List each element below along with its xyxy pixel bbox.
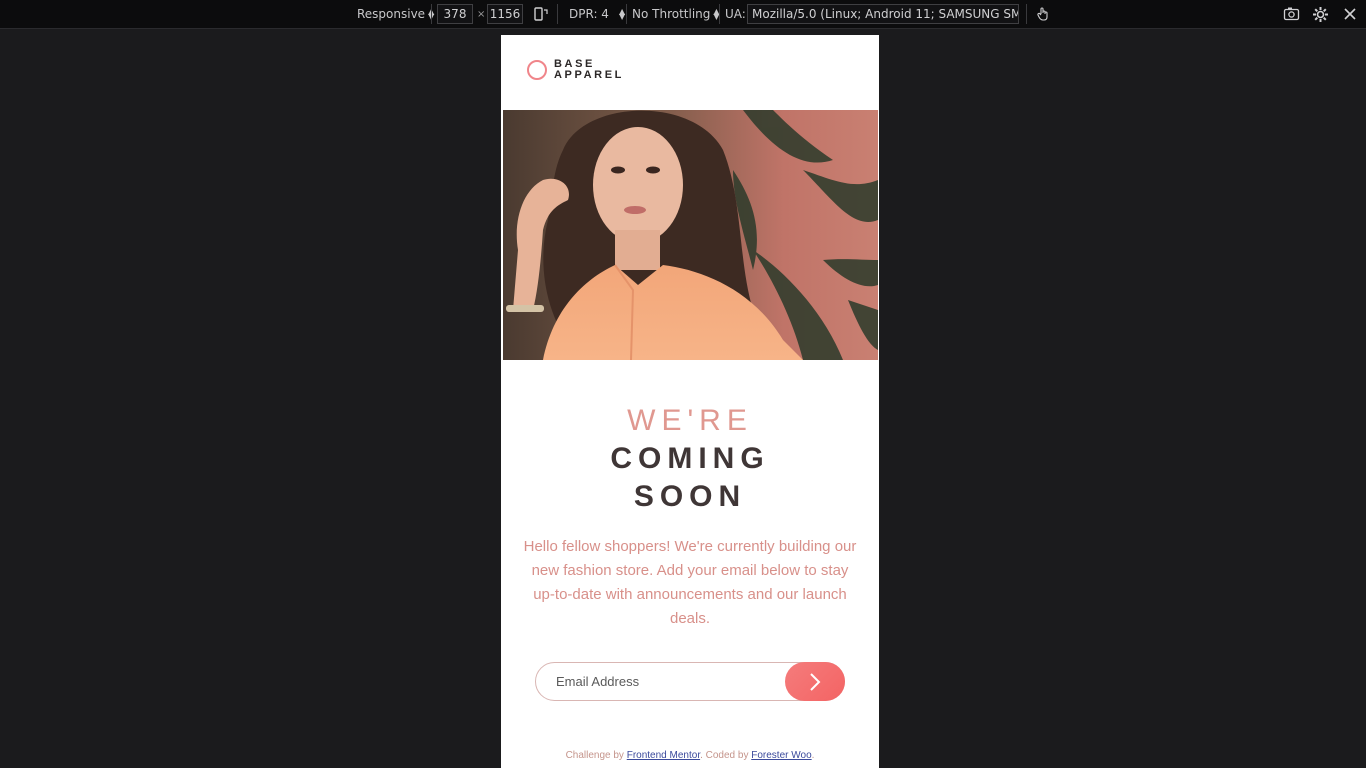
footer-suffix: . (811, 750, 815, 761)
separator (1026, 4, 1027, 24)
hero-image (503, 110, 878, 360)
separator (431, 4, 432, 24)
logo-line-apparel: APPAREL (554, 69, 624, 81)
description: Hello fellow shoppers! We're currently b… (523, 538, 857, 627)
close-icon[interactable] (1343, 0, 1357, 28)
screenshot-icon[interactable] (1283, 0, 1300, 28)
submit-button[interactable] (785, 662, 845, 701)
updown-icon: ▲▼ (618, 7, 626, 21)
throttling-label: No Throttling (632, 7, 711, 21)
ua-label: UA: (725, 7, 746, 21)
devtools-toolbar: Responsive ▲▼ 378 × 1156 DPR: 4 ▲▼ No Th… (0, 0, 1366, 29)
ua-input[interactable]: Mozilla/5.0 (Linux; Android 11; SAMSUNG … (747, 4, 1019, 24)
width-field[interactable]: 378 (437, 0, 473, 28)
heading-bold-soon: SOON (633, 480, 747, 513)
logo[interactable]: BASE APPAREL (527, 59, 624, 81)
heading-bold-coming: COMING (610, 442, 770, 475)
width-input[interactable]: 378 (437, 4, 473, 24)
device-label: Responsive (357, 7, 426, 21)
rotate-icon[interactable] (533, 0, 549, 28)
page-heading: WE'RE COMING SOON (501, 402, 879, 516)
separator (626, 4, 627, 24)
height-field[interactable]: 1156 (487, 0, 523, 28)
settings-icon[interactable] (1312, 0, 1329, 28)
separator (719, 4, 720, 24)
ua-field[interactable]: Mozilla/5.0 (Linux; Android 11; SAMSUNG … (747, 0, 1019, 28)
height-input[interactable]: 1156 (487, 4, 523, 24)
footer-middle: . Coded by (700, 750, 752, 761)
footer-prefix: Challenge by (565, 750, 627, 761)
frontend-mentor-link[interactable]: Frontend Mentor (627, 750, 700, 761)
touch-icon[interactable] (1035, 0, 1051, 28)
dpr-label: DPR: 4 (569, 7, 609, 21)
throttling-selector[interactable]: No Throttling ▲ ▼ (632, 0, 720, 28)
arrow-right-icon (810, 672, 821, 691)
separator (557, 4, 558, 24)
heading-light: WE'RE (627, 404, 753, 437)
device-selector[interactable]: Responsive ▲▼ (357, 0, 434, 28)
times-sign: × (477, 8, 486, 20)
attribution: Challenge by Frontend Mentor. Coded by F… (501, 750, 879, 761)
email-form (535, 662, 845, 701)
dpr-selector[interactable]: DPR: 4 ▲ ▼ (569, 0, 625, 28)
author-link[interactable]: Forester Woo (751, 750, 811, 761)
responsive-viewport: BASE APPAREL WE'RE COMING SOON Hello fel… (501, 35, 879, 768)
logo-ring-icon (527, 60, 547, 80)
